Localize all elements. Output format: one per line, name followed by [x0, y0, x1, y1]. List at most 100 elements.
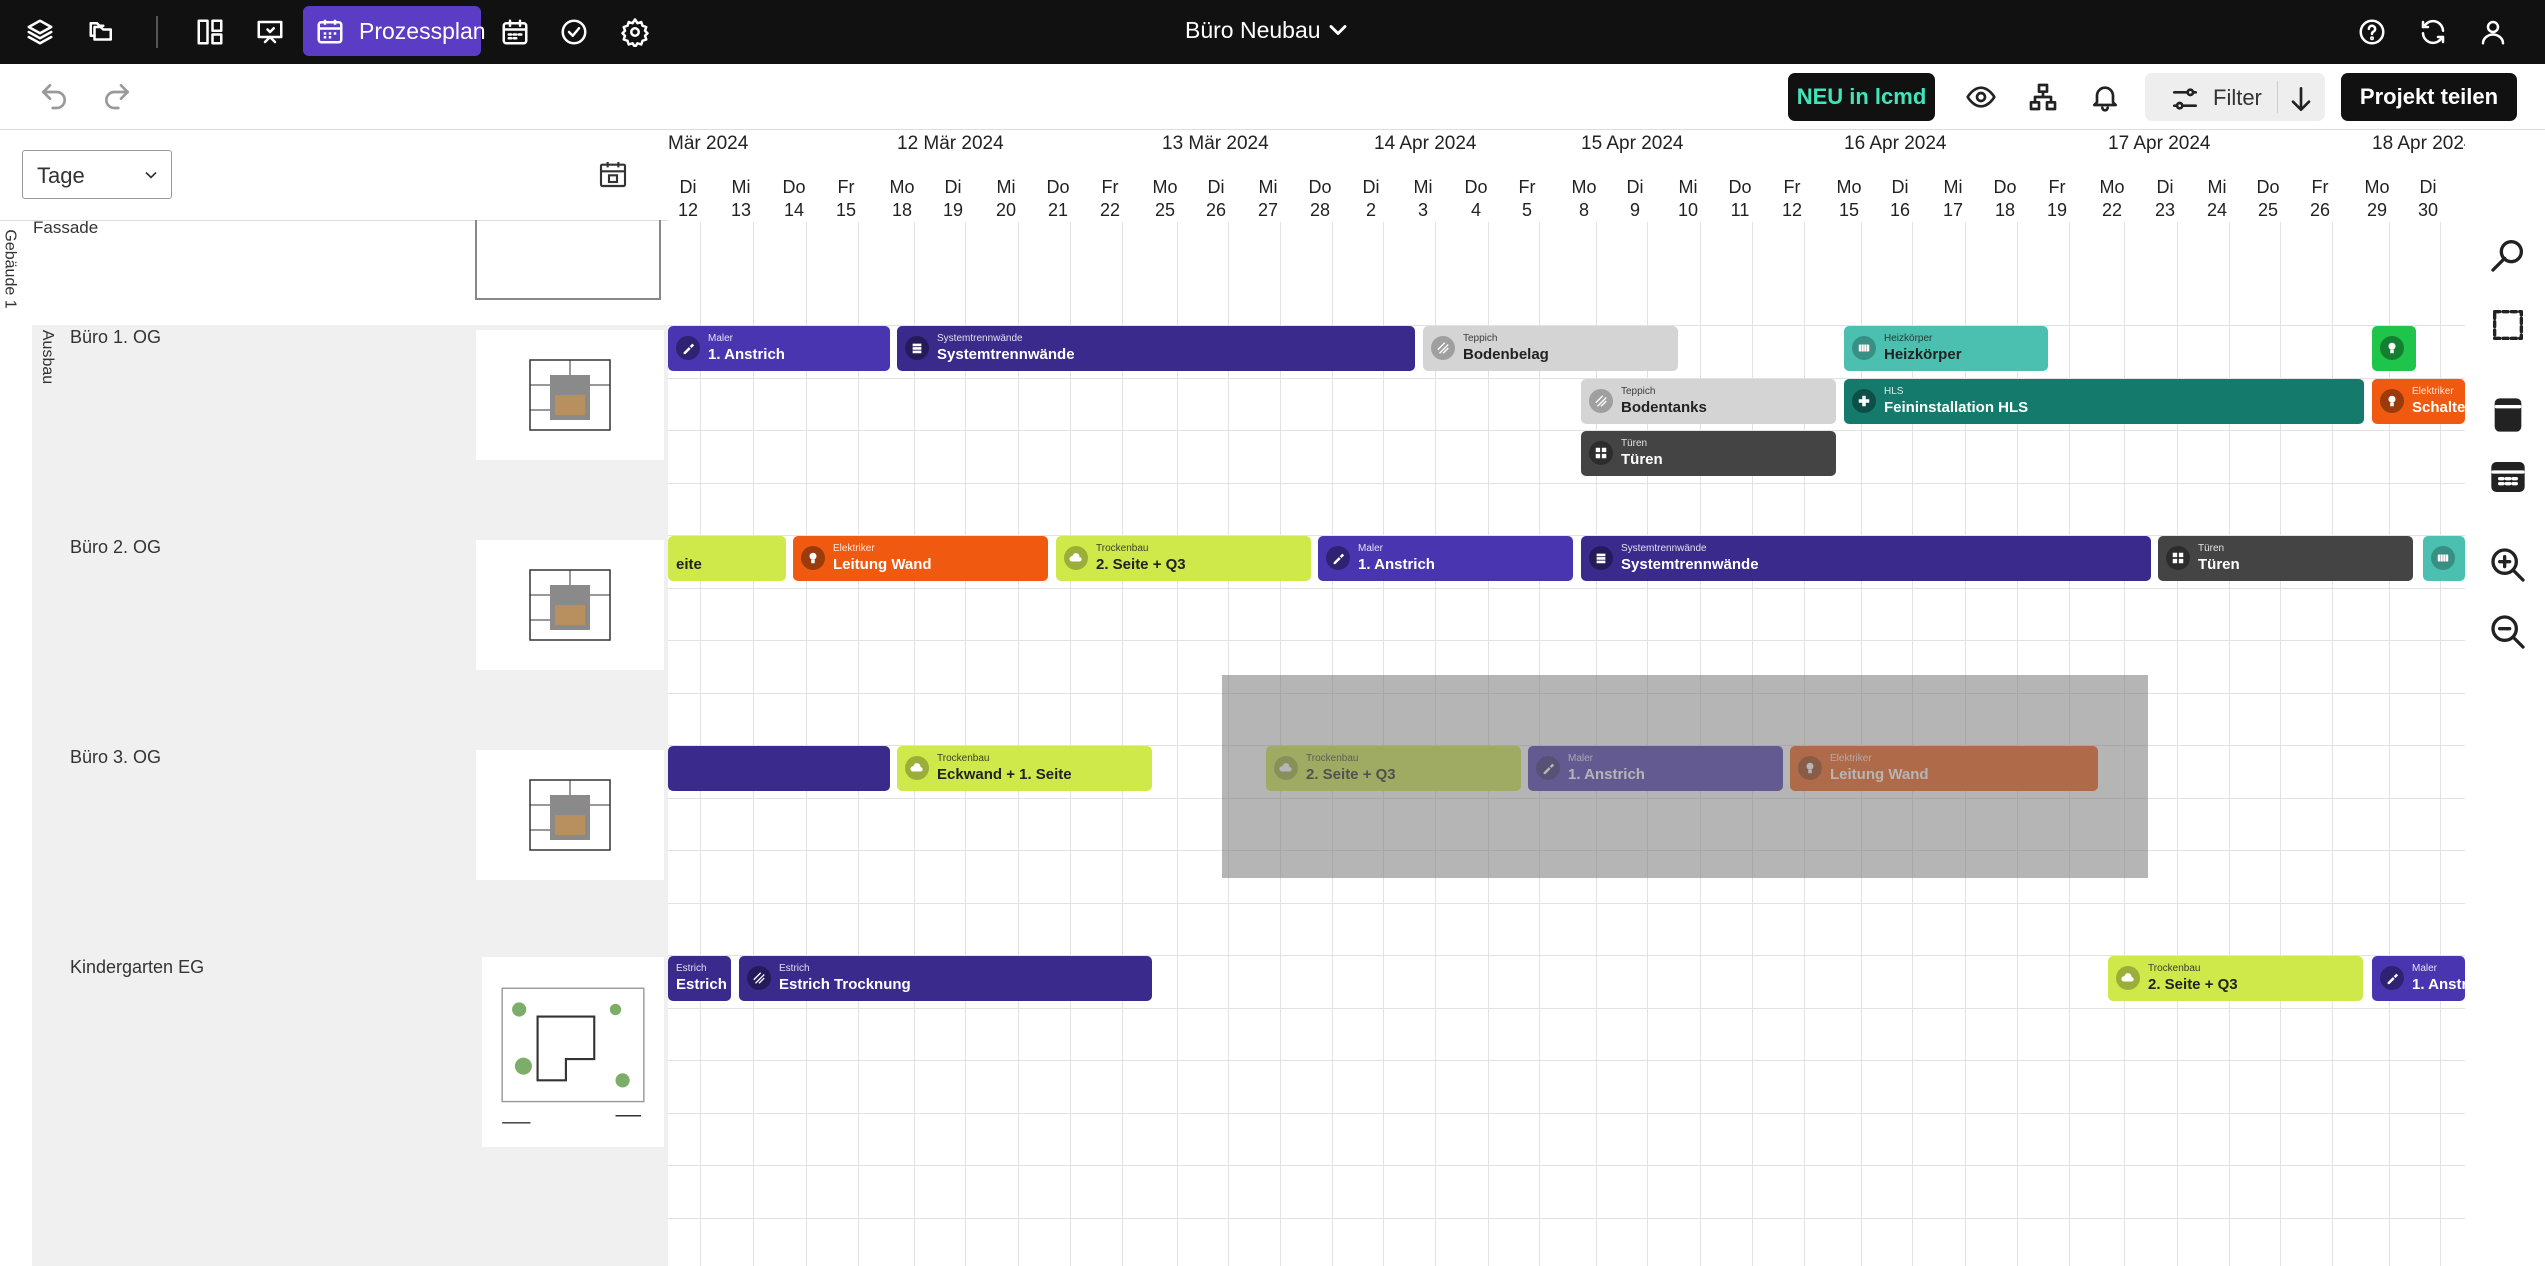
task-category: Trockenbau: [937, 753, 990, 764]
task-bar[interactable]: Teppich Bodenbelag: [1423, 326, 1678, 371]
calendar-icon: [317, 19, 343, 44]
task-category: Estrich: [676, 963, 707, 974]
row-label-fassade[interactable]: Fassade: [33, 218, 98, 238]
tab-prozessplan[interactable]: Prozessplan: [303, 6, 486, 56]
dashboard-icon[interactable]: [190, 12, 230, 52]
sync-icon[interactable]: [2413, 12, 2453, 52]
day-number-label: 2: [1365, 200, 1376, 220]
brush-icon: [676, 336, 700, 360]
row-gridline: [668, 903, 2465, 904]
task-bar[interactable]: Trockenbau 2. Seite + Q3: [1056, 536, 1311, 581]
task-bar[interactable]: Heizkörper Heizkörper: [1844, 326, 2048, 371]
floor-plan-thumbnail-1[interactable]: [476, 330, 664, 460]
floor-plan-thumbnail-3[interactable]: [476, 750, 664, 880]
task-bar[interactable]: [668, 746, 890, 791]
notebook-icon[interactable]: [2486, 393, 2530, 437]
filter-button[interactable]: Filter: [2213, 85, 2262, 111]
task-bar[interactable]: Maler 1. Anstric: [2372, 956, 2465, 1001]
task-bar[interactable]: Türen Türen: [2158, 536, 2413, 581]
task-title: 1. Anstrich: [1358, 556, 1435, 573]
task-bar[interactable]: Trockenbau 2. Seite + Q3: [2108, 956, 2363, 1001]
zoom-in-icon[interactable]: [2486, 543, 2530, 587]
task-bar[interactable]: Elektriker Leitung Wand: [793, 536, 1048, 581]
task-category: Türen: [1621, 438, 1648, 449]
task-bar[interactable]: [2372, 326, 2416, 371]
day-number-label: 15: [835, 200, 857, 220]
row-gridline: [668, 430, 2465, 431]
filter-sliders-icon[interactable]: [2165, 79, 2205, 119]
search-icon[interactable]: [2486, 233, 2530, 277]
task-bar[interactable]: Systemtrennwände Systemtrennwände: [897, 326, 1415, 371]
gantt-timeline[interactable]: Mär 2024 12 Mär 2024 13 Mär 2024 14 Apr 202…: [668, 130, 2465, 1266]
month-label: 12 Mär 2024: [897, 133, 1004, 154]
hierarchy-icon[interactable]: [2023, 77, 2063, 117]
timeline-header: Mär 2024 12 Mär 2024 13 Mär 2024 14 Apr 202…: [668, 130, 2465, 222]
task-bar[interactable]: Maler 1. Anstrich: [1318, 536, 1573, 581]
task-title: Bodenbelag: [1463, 346, 1549, 363]
weekday-label: Do: [1728, 177, 1752, 197]
task-title: Türen: [2198, 556, 2240, 573]
task-bar[interactable]: Maler 1. Anstrich: [668, 326, 890, 371]
undo-icon[interactable]: [34, 76, 74, 116]
row-gridline: [668, 1165, 2465, 1166]
task-category: Teppich: [1621, 386, 1656, 397]
task-bar[interactable]: Teppich Bodentanks: [1581, 379, 1836, 424]
new-feature-badge[interactable]: NEU in lcmd: [1788, 73, 1935, 121]
share-project-button[interactable]: Projekt teilen: [2341, 73, 2517, 121]
notifications-bell-icon[interactable]: [2085, 77, 2125, 117]
bulb-icon: [2380, 389, 2404, 413]
presentation-icon[interactable]: [250, 12, 290, 52]
month-label: 15 Apr 2024: [1581, 133, 1684, 154]
task-bar[interactable]: Elektriker Schalter: [2372, 379, 2465, 424]
fassade-plan-thumbnail[interactable]: [475, 220, 661, 300]
task-bar[interactable]: Systemtrennwände Systemtrennwände: [1581, 536, 2151, 581]
project-title[interactable]: Büro Neubau: [1185, 17, 1321, 44]
row-label-buero-2-og[interactable]: Büro 2. OG: [70, 537, 161, 558]
day-number-label: 12: [677, 200, 699, 220]
eye-visibility-icon[interactable]: [1961, 77, 2001, 117]
top-navigation-bar: Prozessplan Büro Neubau: [0, 0, 2545, 64]
redo-icon[interactable]: [97, 76, 137, 116]
zoom-out-icon[interactable]: [2486, 610, 2530, 654]
weekday-label: Fr: [1101, 177, 1119, 197]
marquee-select-icon[interactable]: [2486, 303, 2530, 347]
layers-logo-icon[interactable]: [20, 12, 60, 52]
task-bar[interactable]: eite: [668, 536, 786, 581]
calendar-table-icon[interactable]: [2486, 455, 2530, 499]
task-bar[interactable]: [2423, 536, 2465, 581]
selection-rectangle[interactable]: [1222, 675, 2148, 878]
weekday-label: Mi: [1943, 177, 1963, 197]
task-bar[interactable]: Türen Türen: [1581, 431, 1836, 476]
user-account-icon[interactable]: [2473, 12, 2513, 52]
row-label-buero-1-og[interactable]: Büro 1. OG: [70, 327, 161, 348]
task-category: Systemtrennwände: [937, 333, 1023, 344]
task-bar[interactable]: Estrich Estrich Trocknung: [739, 956, 1152, 1001]
kindergarten-plan-thumbnail[interactable]: [482, 957, 664, 1147]
floor-plan-image: [529, 779, 611, 851]
task-category: Heizkörper: [1884, 333, 1933, 344]
row-label-buero-3-og[interactable]: Büro 3. OG: [70, 747, 161, 768]
row-gridline: [668, 640, 2465, 641]
day-number-label: 28: [1309, 200, 1331, 220]
pipe-icon: [1852, 389, 1876, 413]
settings-gear-icon[interactable]: [615, 12, 655, 52]
sort-down-arrow-icon[interactable]: [2281, 79, 2321, 119]
project-dropdown-chevron-icon[interactable]: [1324, 16, 1352, 44]
weekday-label: Mi: [731, 177, 751, 197]
folders-icon[interactable]: [82, 12, 122, 52]
task-title: 2. Seite + Q3: [1096, 556, 1186, 573]
calendar-grid-icon[interactable]: [495, 12, 535, 52]
zoom-level-select[interactable]: Tage: [22, 150, 172, 199]
task-title: Systemtrennwände: [937, 346, 1075, 363]
task-bar[interactable]: Estrich Estrich: [668, 956, 731, 1001]
task-category: Elektriker: [833, 543, 875, 554]
zoom-level-value: Tage: [37, 163, 85, 188]
row-label-kindergarten-eg[interactable]: Kindergarten EG: [70, 957, 204, 978]
check-circle-icon[interactable]: [554, 12, 594, 52]
floor-plan-thumbnail-2[interactable]: [476, 540, 664, 670]
jump-to-today-icon[interactable]: [597, 158, 629, 190]
task-bar[interactable]: HLS Feininstallation HLS: [1844, 379, 2364, 424]
help-icon[interactable]: [2352, 12, 2392, 52]
task-bar[interactable]: Trockenbau Eckwand + 1. Seite: [897, 746, 1152, 791]
weekday-label: Fr: [2311, 177, 2329, 197]
